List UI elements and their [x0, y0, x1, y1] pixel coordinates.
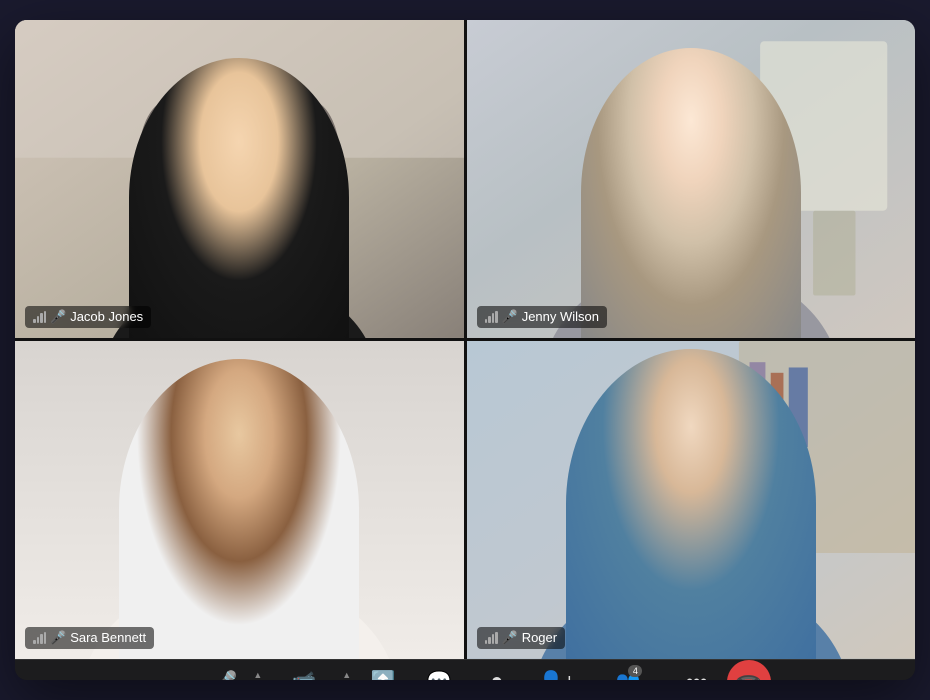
participant-label-jenny: 🎤 Jenny Wilson: [477, 306, 608, 328]
more-icon: •••: [686, 672, 707, 680]
record-icon: ⏺: [492, 672, 502, 680]
mute-icon: 🎤: [213, 672, 238, 680]
participant-label-sara: 🎤 Sara Bennett: [25, 627, 154, 649]
mute-button[interactable]: 🎤 Mute: [199, 666, 251, 680]
participants-icon-wrapper: 👥 4: [615, 669, 640, 680]
leave-button[interactable]: 📞: [727, 660, 771, 680]
share-button[interactable]: ⬆️ Share: [357, 666, 409, 680]
toolbar: ID: 237-956-0884 🎤 Mute ▲ 📹 Stop video: [15, 659, 915, 680]
video-cell-jenny: 🎤 Jenny Wilson: [467, 20, 916, 338]
participant-name-roger: Roger: [522, 630, 557, 645]
mic-icon-jacob: 🎤: [50, 309, 66, 325]
stop-video-button[interactable]: 📹 Stop video: [268, 666, 340, 680]
video-control: 📹 Stop video ▲: [268, 666, 353, 680]
mute-control: 🎤 Mute ▲: [199, 666, 264, 680]
video-cell-jacob: 🎤 Jacob Jones: [15, 20, 464, 338]
signal-icon-sara: [33, 632, 46, 644]
more-button[interactable]: ••• More: [671, 666, 723, 680]
chat-button[interactable]: 💬 Chat: [413, 666, 465, 680]
video-grid: 🎤 Jacob Jones: [15, 20, 915, 659]
app-window: 🎤 Jacob Jones: [15, 20, 915, 680]
video-cell-roger: 🎤 Roger: [467, 341, 916, 659]
participant-name-sara: Sara Bennett: [70, 630, 146, 645]
mute-chevron[interactable]: ▲: [251, 668, 264, 680]
signal-icon-jenny: [485, 311, 498, 323]
toolbar-center: 🎤 Mute ▲ 📹 Stop video ▲ ⬆️ Share 💬: [195, 660, 775, 680]
signal-icon-roger: [485, 632, 498, 644]
participant-name-jenny: Jenny Wilson: [522, 309, 599, 324]
camera-icon: 📹: [292, 672, 317, 680]
share-icon: ⬆️: [371, 672, 396, 680]
mic-icon-jenny: 🎤: [502, 309, 518, 325]
participants-button[interactable]: 👥 4 Participants: [589, 663, 666, 680]
mic-icon-sara: 🎤: [50, 630, 66, 646]
invite-button[interactable]: 👤+ Invite: [529, 666, 586, 680]
record-button[interactable]: ⏺ Record: [469, 666, 524, 680]
participant-name-jacob: Jacob Jones: [70, 309, 143, 324]
video-cell-sara: 🎤 Sara Bennett: [15, 341, 464, 659]
chat-icon: 💬: [427, 672, 452, 680]
participant-label-roger: 🎤 Roger: [477, 627, 566, 649]
participant-label-jacob: 🎤 Jacob Jones: [25, 306, 151, 328]
leave-control[interactable]: 📞 Leave: [727, 660, 771, 680]
mic-icon-roger: 🎤: [502, 630, 518, 646]
signal-icon-jacob: [33, 311, 46, 323]
video-chevron[interactable]: ▲: [340, 668, 353, 680]
leave-phone-icon: 📞: [733, 666, 764, 680]
invite-icon: 👤+: [539, 672, 576, 680]
